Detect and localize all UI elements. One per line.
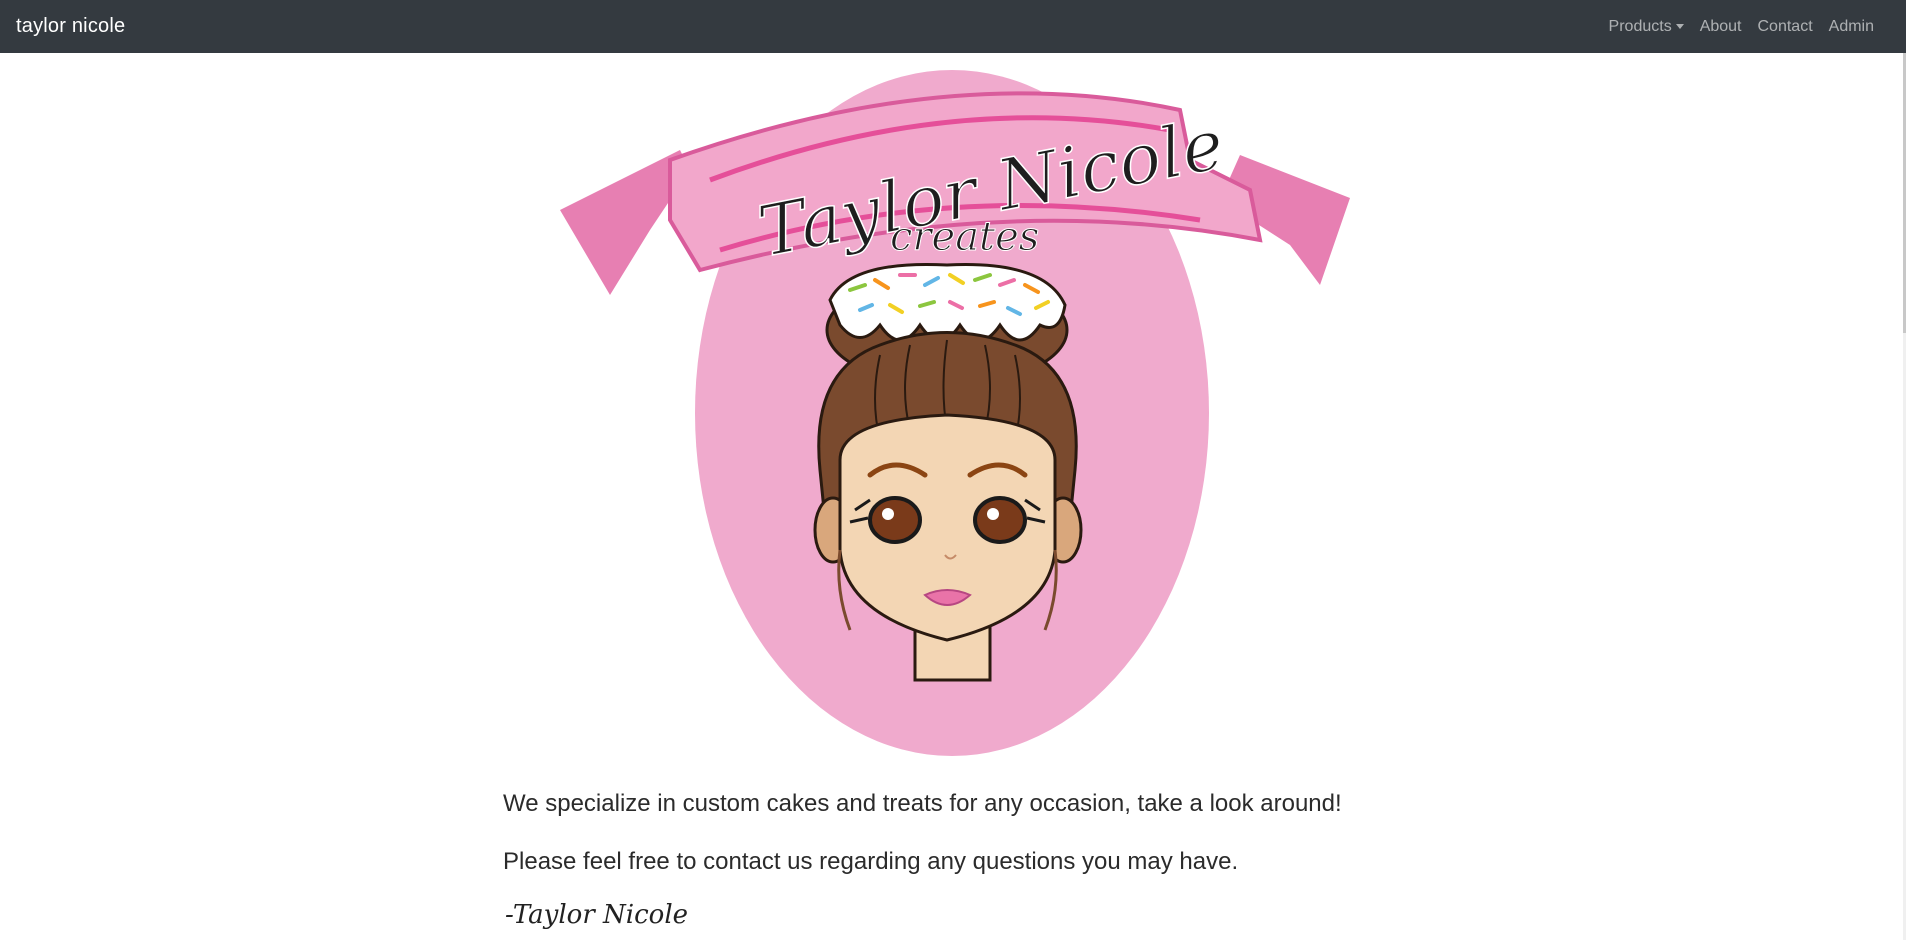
- left-eye: [868, 496, 922, 544]
- left-eye-highlight: [882, 508, 894, 520]
- intro-line-1: We specialize in custom cakes and treats…: [503, 790, 1342, 817]
- intro-line-2: Please feel free to contact us regarding…: [503, 848, 1239, 875]
- nav-item-products-label: Products: [1608, 17, 1672, 35]
- right-eye: [973, 496, 1027, 544]
- ribbon-subtext: creates: [890, 214, 1039, 260]
- intro-content: We specialize in custom cakes and treats…: [503, 790, 1503, 930]
- nav-menu: Products About Contact Admin: [1601, 18, 1882, 36]
- chevron-down-icon: [1675, 24, 1684, 29]
- right-eye-highlight: [987, 508, 999, 520]
- top-navbar: taylor nicole Products About Contact Adm…: [0, 0, 1906, 53]
- nav-item-contact[interactable]: Contact: [1750, 18, 1821, 36]
- brand-logo: Taylor Nicole creates: [550, 70, 1360, 770]
- nav-item-admin[interactable]: Admin: [1821, 18, 1882, 36]
- nav-item-about[interactable]: About: [1692, 18, 1750, 36]
- donut-icing: [828, 262, 1067, 342]
- logo-illustration: Taylor Nicole creates: [560, 70, 1350, 756]
- nav-item-products[interactable]: Products: [1601, 18, 1692, 36]
- brand-link[interactable]: taylor nicole: [16, 15, 125, 38]
- signature: -Taylor Nicole: [505, 900, 689, 930]
